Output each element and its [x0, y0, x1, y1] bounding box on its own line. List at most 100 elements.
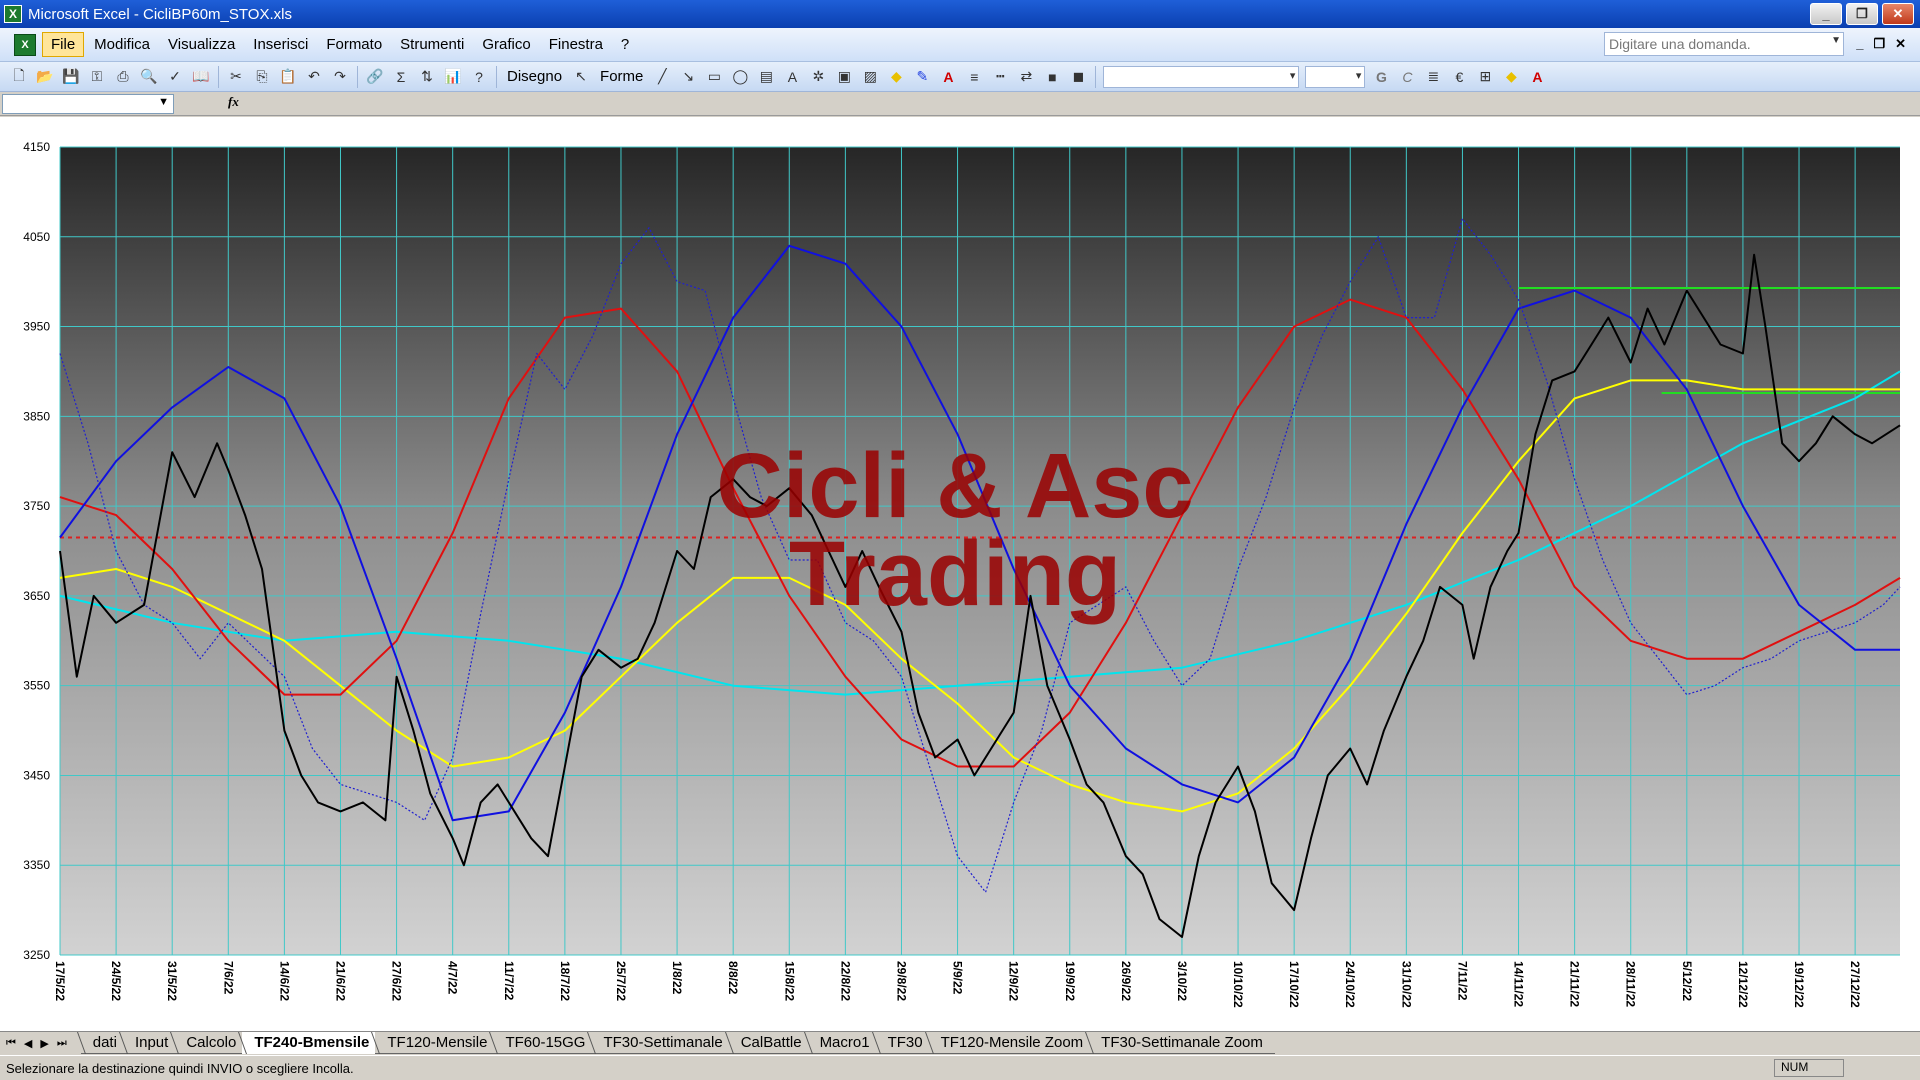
- insert-function-icon[interactable]: fx: [228, 94, 239, 110]
- x-tick-label: 19/12/22: [1792, 961, 1806, 1008]
- align-icon[interactable]: ≣: [1422, 66, 1444, 88]
- font-color-icon[interactable]: A: [1526, 66, 1548, 88]
- next-sheet-icon[interactable]: ▶: [40, 1037, 48, 1050]
- shapes-menu-button[interactable]: Forme: [600, 68, 643, 85]
- close-button[interactable]: ✕: [1882, 3, 1914, 25]
- menu-strumenti[interactable]: Strumenti: [392, 33, 472, 56]
- sheet-tab[interactable]: TF120-Mensile Zoom: [928, 1032, 1096, 1054]
- wordart-icon[interactable]: A: [781, 66, 803, 88]
- sheet-tab[interactable]: TF60-15GG: [493, 1032, 598, 1054]
- redo-icon[interactable]: ↷: [329, 66, 351, 88]
- x-tick-label: 19/9/22: [1063, 961, 1077, 1001]
- font-name-select[interactable]: [1103, 65, 1300, 88]
- paste-icon[interactable]: 📋: [277, 66, 299, 88]
- workbook-icon[interactable]: X: [14, 33, 36, 56]
- euro-icon[interactable]: €: [1448, 66, 1470, 88]
- x-tick-label: 31/5/22: [165, 961, 179, 1001]
- prev-sheet-icon[interactable]: ◀: [24, 1037, 32, 1050]
- picture-icon[interactable]: ▨: [859, 66, 881, 88]
- workbook-minimize-button[interactable]: _: [1856, 36, 1863, 52]
- clipart-icon[interactable]: ▣: [833, 66, 855, 88]
- excel-icon[interactable]: X: [4, 5, 22, 23]
- spellcheck-icon[interactable]: ✓: [164, 66, 186, 88]
- y-tick-label: 3350: [23, 858, 50, 872]
- italic-icon[interactable]: C: [1396, 66, 1418, 88]
- arrow-icon[interactable]: ↘: [677, 66, 699, 88]
- borders-icon[interactable]: ⊞: [1474, 66, 1496, 88]
- sort-icon[interactable]: ⇅: [416, 66, 438, 88]
- autosum-icon[interactable]: Σ: [390, 66, 412, 88]
- sheet-tab[interactable]: TF120-Mensile: [375, 1032, 500, 1054]
- x-tick-label: 21/6/22: [333, 961, 347, 1001]
- last-sheet-icon[interactable]: ⏭: [57, 1037, 67, 1050]
- font-color-icon[interactable]: A: [937, 66, 959, 88]
- open-icon[interactable]: 📂: [34, 66, 56, 88]
- name-box[interactable]: ▼: [2, 94, 174, 114]
- fill-color-icon[interactable]: ◆: [1500, 66, 1522, 88]
- sheet-tab[interactable]: TF240-Bmensile: [242, 1032, 382, 1054]
- shadow-icon[interactable]: ■: [1041, 66, 1063, 88]
- chevron-down-icon[interactable]: ▼: [1831, 35, 1841, 46]
- x-tick-label: 11/7/22: [502, 961, 516, 1001]
- chart-area[interactable]: 3250 3350 3450 3550 3650 3750 3850 3950 4050 4150…: [0, 117, 1920, 1031]
- sheet-tab[interactable]: Calcolo: [174, 1032, 249, 1054]
- first-sheet-icon[interactable]: ⏮: [6, 1037, 16, 1050]
- restore-button[interactable]: ❐: [1846, 3, 1878, 25]
- line-color-icon[interactable]: ✎: [911, 66, 933, 88]
- line-style-icon[interactable]: ≡: [963, 66, 985, 88]
- save-icon[interactable]: 💾: [60, 66, 82, 88]
- arrow-style-icon[interactable]: ⇄: [1015, 66, 1037, 88]
- x-tick-label: 14/11/22: [1512, 961, 1526, 1007]
- font-size-select[interactable]: [1305, 65, 1366, 88]
- oval-icon[interactable]: ◯: [729, 66, 751, 88]
- sheet-nav: ⏮ ◀ ▶ ⏭: [0, 1032, 67, 1054]
- rectangle-icon[interactable]: ▭: [703, 66, 725, 88]
- workbook-close-button[interactable]: ✕: [1895, 36, 1906, 52]
- menu-help[interactable]: ?: [613, 33, 637, 56]
- print-icon[interactable]: ⎙: [112, 66, 134, 88]
- menu-grafico[interactable]: Grafico: [474, 33, 538, 56]
- minimize-button[interactable]: _: [1810, 3, 1842, 25]
- y-tick-label: 3250: [23, 948, 50, 962]
- workbook-restore-button[interactable]: ❐: [1873, 36, 1885, 52]
- dash-style-icon[interactable]: ┅: [989, 66, 1011, 88]
- sheet-tab[interactable]: CalBattle: [728, 1032, 814, 1054]
- select-pointer-icon[interactable]: ↖: [570, 66, 592, 88]
- line-chart[interactable]: 3250 3350 3450 3550 3650 3750 3850 3950 4050 4150…: [0, 117, 1920, 1031]
- help-question-input[interactable]: Digitare una domanda. ▼: [1604, 32, 1844, 56]
- cut-icon[interactable]: ✂: [225, 66, 247, 88]
- menu-visualizza[interactable]: Visualizza: [160, 33, 243, 56]
- workbook-controls: _ ❐ ✕: [1856, 36, 1906, 52]
- help-icon[interactable]: ?: [468, 66, 490, 88]
- diagram-icon[interactable]: ✲: [807, 66, 829, 88]
- menu-finestra[interactable]: Finestra: [541, 33, 611, 56]
- hyperlink-icon[interactable]: 🔗: [364, 66, 386, 88]
- sheet-tab[interactable]: dati: [80, 1032, 129, 1054]
- undo-icon[interactable]: ↶: [303, 66, 325, 88]
- research-icon[interactable]: 📖: [190, 66, 212, 88]
- line-icon[interactable]: ╱: [651, 66, 673, 88]
- menu-file[interactable]: File: [42, 32, 85, 57]
- copy-icon[interactable]: ⎘: [251, 66, 273, 88]
- new-icon[interactable]: 🗋: [8, 66, 30, 88]
- sheet-tab[interactable]: TF30-Settimanale Zoom: [1089, 1032, 1275, 1054]
- menu-inserisci[interactable]: Inserisci: [245, 33, 316, 56]
- 3d-icon[interactable]: ◼: [1067, 66, 1089, 88]
- x-tick-label: 29/8/22: [894, 961, 908, 1001]
- window-titlebar: X Microsoft Excel - CicliBP60m_STOX.xls …: [0, 0, 1920, 28]
- chart-wizard-icon[interactable]: 📊: [442, 66, 464, 88]
- fill-color-icon[interactable]: ◆: [885, 66, 907, 88]
- x-tick-label: 24/5/22: [109, 961, 123, 1001]
- textbox-icon[interactable]: ▤: [755, 66, 777, 88]
- permission-icon[interactable]: ⚿: [86, 66, 108, 88]
- chevron-down-icon[interactable]: ▼: [158, 96, 169, 108]
- print-preview-icon[interactable]: 🔍: [138, 66, 160, 88]
- menu-modifica[interactable]: Modifica: [86, 33, 158, 56]
- sheet-tab[interactable]: TF30-Settimanale: [591, 1032, 735, 1054]
- y-axis: 3250 3350 3450 3550 3650 3750 3850 3950 4050 4150: [23, 140, 50, 962]
- sheet-tab[interactable]: Macro1: [807, 1032, 882, 1054]
- bold-icon[interactable]: G: [1370, 66, 1392, 88]
- draw-menu-button[interactable]: Disegno: [507, 68, 562, 85]
- menu-formato[interactable]: Formato: [318, 33, 390, 56]
- y-tick-label: 3950: [23, 320, 50, 334]
